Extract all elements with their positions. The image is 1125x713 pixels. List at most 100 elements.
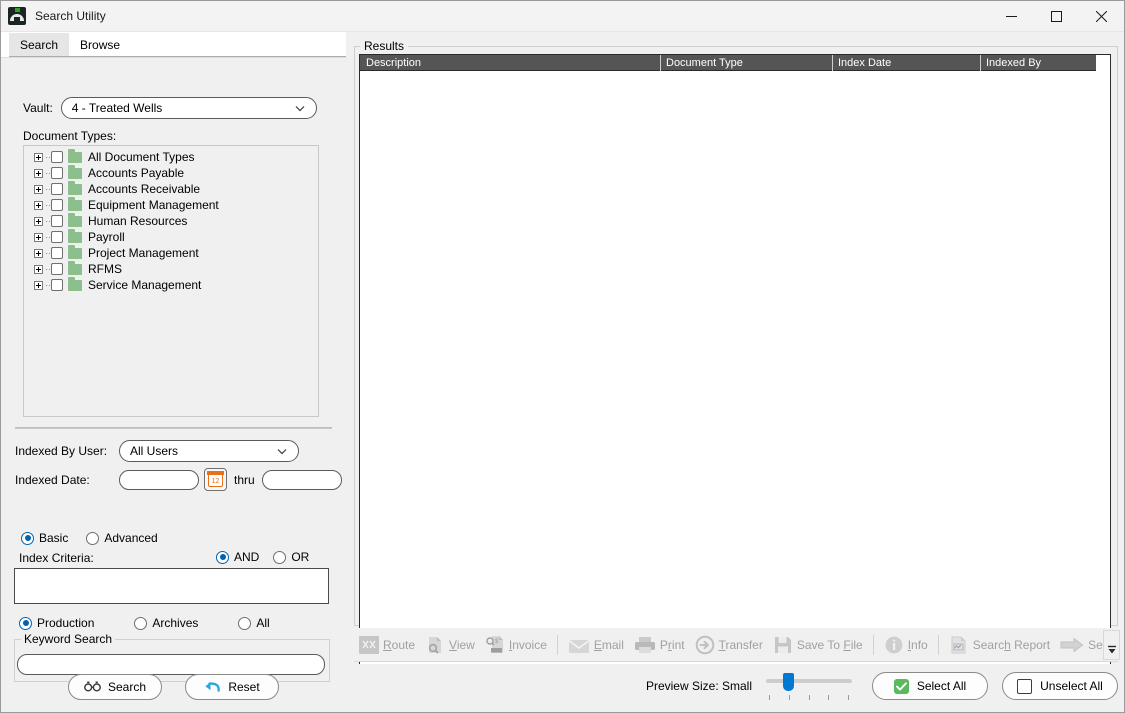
view-button[interactable]: View (420, 630, 480, 660)
invoice-button[interactable]: $ Invoice (480, 630, 552, 660)
radio-or[interactable]: OR (273, 550, 309, 564)
tree-checkbox[interactable] (51, 263, 63, 275)
indexed-by-user-value: All Users (130, 444, 179, 458)
tree-checkbox[interactable] (51, 151, 63, 163)
radio-production-label: Production (37, 616, 95, 630)
expand-icon[interactable] (34, 216, 43, 226)
close-button[interactable] (1079, 1, 1124, 32)
tree-checkbox[interactable] (51, 215, 63, 227)
slider-thumb[interactable] (783, 673, 794, 691)
radio-indicator (21, 531, 34, 545)
toolbar-overflow-button[interactable] (1103, 630, 1120, 660)
expand-icon[interactable] (34, 168, 43, 178)
indexed-date-to-input[interactable] (261, 469, 342, 490)
expand-icon[interactable] (34, 200, 43, 210)
tab-browse[interactable]: Browse (69, 33, 131, 57)
radio-and[interactable]: AND (216, 550, 259, 564)
tree-item[interactable]: ·· Human Resources (24, 212, 318, 229)
tree-checkbox[interactable] (51, 279, 63, 291)
transfer-button[interactable]: Transfer (690, 630, 768, 660)
expand-icon[interactable] (34, 280, 43, 290)
tree-item-label: All Document Types (88, 150, 195, 164)
tree-item[interactable]: ·· All Document Types (24, 148, 318, 165)
indexed-date-from-calendar-button[interactable]: 12 (204, 468, 227, 491)
toolbar-separator (937, 634, 939, 655)
expand-icon[interactable] (34, 264, 43, 274)
keyword-search-input[interactable] (17, 654, 325, 675)
tree-item[interactable]: ·· Equipment Management (24, 196, 318, 213)
save-to-file-label: Save To File (796, 637, 863, 652)
tree-item[interactable]: ·· RFMS (24, 260, 318, 277)
tab-strip: Search Browse (1, 32, 346, 57)
toolbar-separator (556, 634, 558, 655)
report-chart-icon (949, 635, 969, 655)
radio-all[interactable]: All (238, 616, 270, 630)
email-label: Email (593, 637, 624, 652)
tree-item-label: Equipment Management (88, 198, 219, 212)
view-label: View (449, 637, 475, 652)
info-button[interactable]: Info (879, 630, 933, 660)
column-header-indexed-by[interactable]: Indexed By (980, 55, 1096, 71)
radio-production[interactable]: Production (19, 616, 94, 630)
expand-icon[interactable] (34, 152, 43, 162)
search-button[interactable]: Search (68, 674, 162, 700)
reset-button-label: Reset (228, 680, 260, 694)
tree-checkbox[interactable] (51, 199, 63, 211)
document-types-label: Document Types: (23, 129, 117, 143)
radio-advanced-label: Advanced (104, 531, 158, 545)
search-report-button[interactable]: Search Report (944, 630, 1055, 660)
search-button-label: Search (107, 680, 147, 694)
radio-archives[interactable]: Archives (134, 616, 198, 630)
tree-item[interactable]: ·· Service Management (24, 276, 318, 293)
radio-indicator (86, 531, 100, 545)
minimize-button[interactable] (989, 1, 1034, 32)
tree-item[interactable]: ·· Accounts Receivable (24, 180, 318, 197)
tree-item[interactable]: ·· Project Management (24, 244, 318, 261)
radio-indicator (216, 550, 229, 564)
indexed-date-from-input[interactable] (119, 469, 199, 490)
reset-button[interactable]: Reset (185, 674, 279, 700)
column-header-description[interactable]: Description (360, 55, 660, 71)
vault-select[interactable]: 4 - Treated Wells (60, 97, 317, 119)
empty-checkbox-icon (1017, 678, 1033, 694)
tree-item[interactable]: ·· Payroll (24, 228, 318, 245)
maximize-button[interactable] (1034, 1, 1079, 32)
expand-icon[interactable] (34, 184, 43, 194)
tree-checkbox[interactable] (51, 183, 63, 195)
index-criteria-input[interactable] (14, 568, 329, 604)
save-to-file-button[interactable]: Save To File (768, 630, 868, 660)
column-header-document-type[interactable]: Document Type (660, 55, 832, 71)
mode-radio-group: Basic Advanced (21, 531, 158, 545)
preview-size-slider[interactable] (766, 671, 852, 701)
radio-basic-label: Basic (39, 531, 69, 545)
indexed-by-user-select[interactable]: All Users (119, 440, 299, 462)
document-types-tree[interactable]: ·· All Document Types ·· Accounts Payabl… (23, 145, 319, 417)
window-controls (989, 1, 1124, 32)
tree-checkbox[interactable] (51, 231, 63, 243)
radio-advanced[interactable]: Advanced (86, 531, 158, 545)
search-report-label: Search Report (972, 637, 1051, 652)
search-actions: Search Reset (1, 674, 346, 700)
tree-item[interactable]: ·· Accounts Payable (24, 164, 318, 181)
select-all-button[interactable]: Select All (872, 672, 988, 700)
tree-checkbox[interactable] (51, 247, 63, 259)
preview-size-label: Preview Size: Small (645, 679, 752, 693)
folder-icon (68, 196, 82, 211)
expand-icon[interactable] (34, 248, 43, 258)
route-button[interactable]: Route (354, 630, 420, 660)
column-header-index-date[interactable]: Index Date (832, 55, 980, 71)
email-button[interactable]: Email (563, 630, 629, 660)
results-legend: Results (360, 39, 409, 53)
tree-item-label: Human Resources (88, 214, 188, 228)
binoculars-search-icon (84, 681, 101, 692)
unselect-all-button[interactable]: Unselect All (1002, 672, 1118, 700)
radio-indicator (238, 616, 252, 630)
tab-search[interactable]: Search (9, 33, 70, 57)
tree-checkbox[interactable] (51, 167, 63, 179)
print-button[interactable]: Print (629, 630, 690, 660)
tab-search-label: Search (20, 38, 59, 52)
route-label: Route (383, 637, 416, 652)
expand-icon[interactable] (34, 232, 43, 242)
radio-basic[interactable]: Basic (21, 531, 68, 545)
results-grid[interactable]: Description Document Type Index Date Ind… (359, 54, 1111, 702)
